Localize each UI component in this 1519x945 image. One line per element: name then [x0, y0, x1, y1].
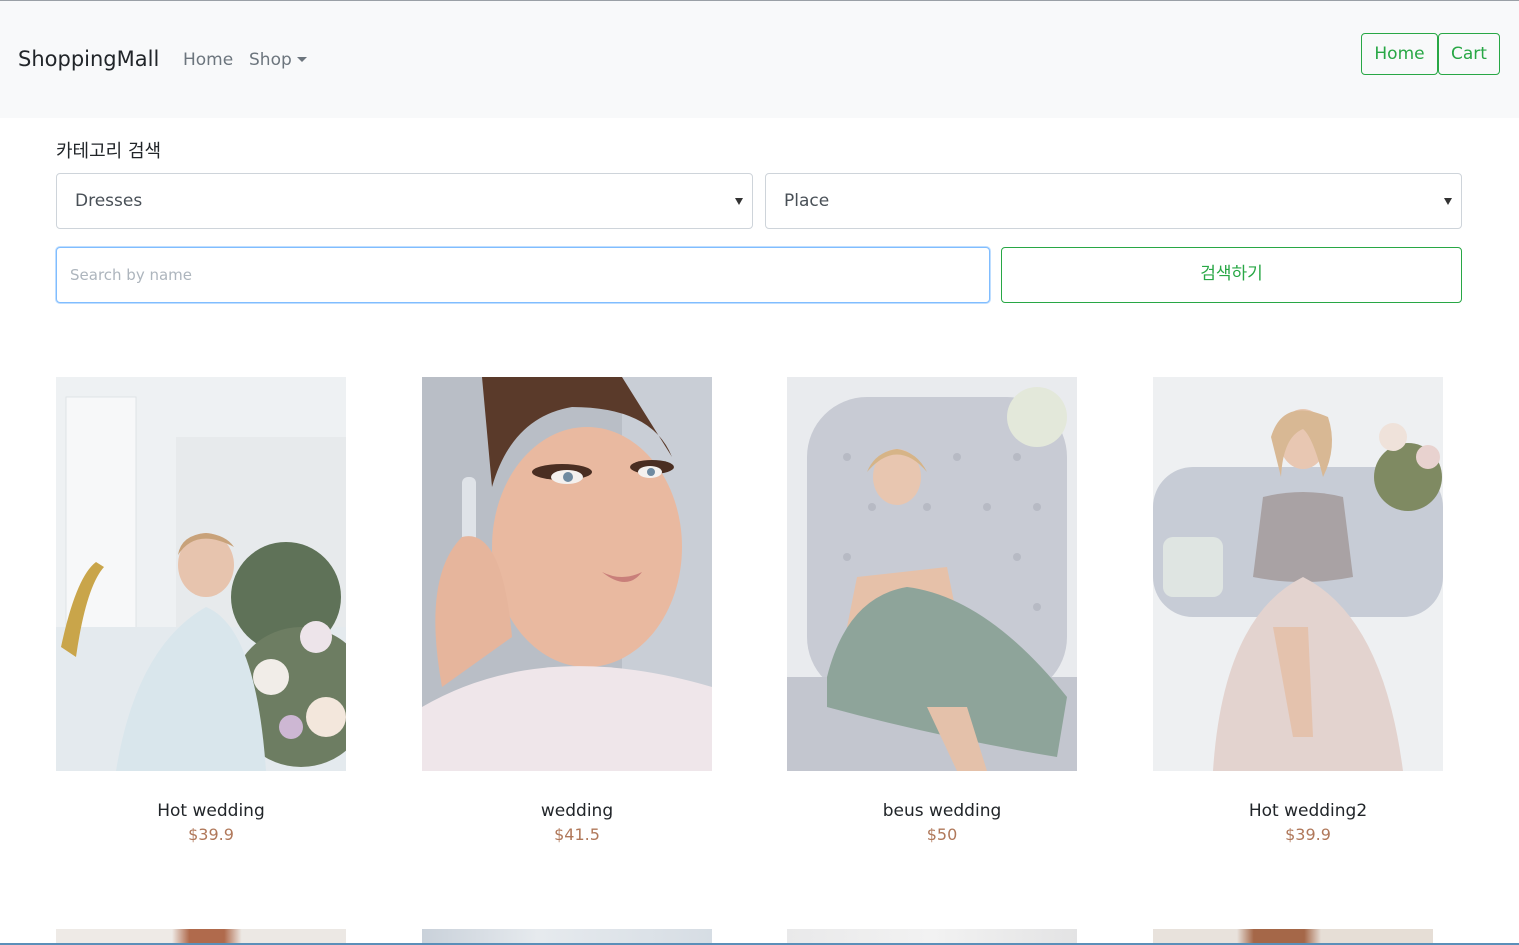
product-price: $50 — [926, 825, 958, 844]
product-photo — [1153, 377, 1443, 771]
product-price: $39.9 — [188, 825, 234, 844]
product-price: $41.5 — [554, 825, 600, 844]
product-card[interactable]: beus wedding $50 — [787, 377, 1087, 844]
search-input[interactable] — [56, 247, 990, 303]
place-select-value: Place — [784, 191, 830, 211]
product-name[interactable]: Hot wedding2 — [1153, 801, 1463, 821]
caret-down-icon — [296, 57, 307, 62]
search-button[interactable]: 검색하기 — [1001, 247, 1462, 303]
dropdown-arrow-icon — [1444, 198, 1452, 205]
cart-button[interactable]: Cart — [1438, 33, 1500, 75]
page: ShoppingMall Home Shop Home Cart 카테고리 검색… — [0, 0, 1519, 945]
product-card[interactable]: Hot wedding2 $39.9 — [1153, 377, 1453, 844]
product-card[interactable]: Hot wedding $39.9 — [56, 377, 356, 844]
nav-shop-dropdown[interactable]: Shop — [249, 50, 307, 70]
nav-shop-label: Shop — [249, 50, 292, 70]
product-price: $39.9 — [1285, 825, 1331, 844]
product-image[interactable] — [787, 377, 1077, 771]
product-image[interactable] — [1153, 377, 1443, 771]
product-name[interactable]: wedding — [422, 801, 732, 821]
product-photo — [787, 377, 1077, 771]
product-image[interactable] — [422, 377, 712, 771]
dropdown-arrow-icon — [735, 198, 743, 205]
product-card[interactable]: wedding $41.5 — [422, 377, 722, 844]
category-select-value: Dresses — [75, 191, 143, 211]
category-search-title: 카테고리 검색 — [56, 141, 162, 162]
nav-home-link[interactable]: Home — [183, 50, 233, 70]
product-photo — [422, 377, 712, 771]
product-name[interactable]: Hot wedding — [56, 801, 366, 821]
product-name[interactable]: beus wedding — [787, 801, 1097, 821]
place-select[interactable]: Place — [765, 173, 1462, 229]
home-button[interactable]: Home — [1361, 33, 1438, 75]
brand-link[interactable]: ShoppingMall — [18, 47, 159, 71]
navbar: ShoppingMall Home Shop Home Cart — [0, 1, 1519, 118]
product-photo — [56, 377, 346, 771]
category-select[interactable]: Dresses — [56, 173, 753, 229]
product-image[interactable] — [56, 377, 346, 771]
